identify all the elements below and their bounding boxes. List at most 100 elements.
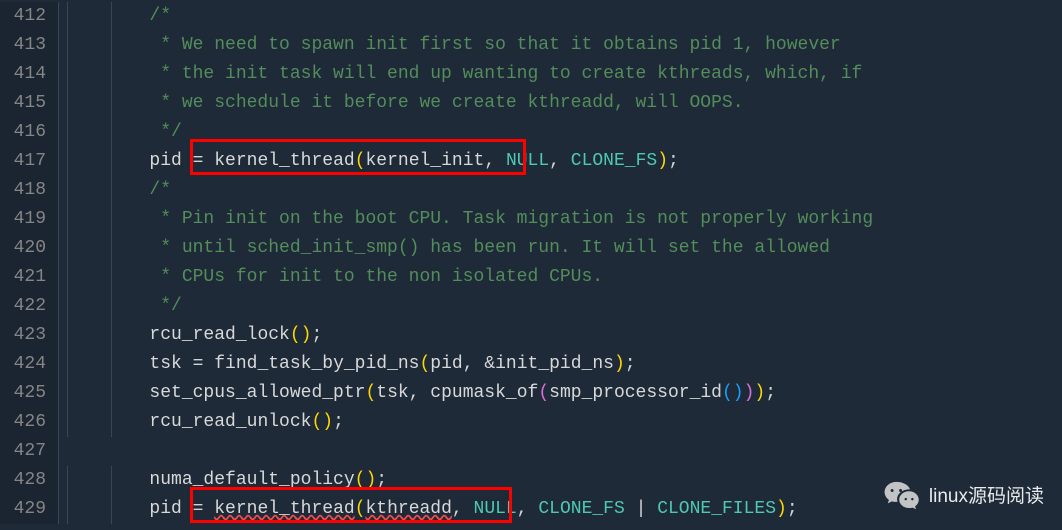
- code-line[interactable]: /*: [63, 2, 1062, 31]
- code-token: ): [657, 151, 668, 171]
- code-token: CLONE_FILES: [657, 499, 776, 519]
- code-token: NULL: [506, 151, 549, 171]
- code-line[interactable]: * Pin init on the boot CPU. Task migrati…: [63, 205, 1062, 234]
- code-token: ): [744, 383, 755, 403]
- code-line[interactable]: rcu_read_lock();: [63, 321, 1062, 350]
- code-token: rcu_read_unlock: [149, 412, 311, 432]
- code-token: (: [355, 499, 366, 519]
- code-token: (: [419, 354, 430, 374]
- code-line[interactable]: [63, 437, 1062, 466]
- code-token: =: [193, 499, 215, 519]
- line-number: 412: [0, 2, 46, 31]
- code-line[interactable]: * CPUs for init to the non isolated CPUs…: [63, 263, 1062, 292]
- code-token: CLONE_FS: [538, 499, 624, 519]
- code-token: =: [193, 151, 215, 171]
- code-token: ,: [517, 499, 539, 519]
- code-line[interactable]: * we schedule it before we create kthrea…: [63, 89, 1062, 118]
- indent-guide: [111, 2, 112, 31]
- code-line[interactable]: /*: [63, 176, 1062, 205]
- indent-guide: [111, 321, 112, 350]
- line-number: 419: [0, 205, 46, 234]
- code-token: ,: [463, 354, 485, 374]
- line-number: 422: [0, 292, 46, 321]
- comment-token: */: [63, 296, 182, 316]
- code-token: ): [733, 383, 744, 403]
- code-token: =: [193, 354, 215, 374]
- code-token: ): [776, 499, 787, 519]
- indent-guide: [67, 147, 68, 176]
- code-line[interactable]: pid = kernel_thread(kernel_init, NULL, C…: [63, 147, 1062, 176]
- line-number: 423: [0, 321, 46, 350]
- code-line[interactable]: * the init task will end up wanting to c…: [63, 60, 1062, 89]
- code-token: kernel_init: [366, 151, 485, 171]
- code-token: ,: [549, 151, 571, 171]
- code-token: cpumask_of: [430, 383, 538, 403]
- comment-token: * until sched_init_smp() has been run. I…: [63, 238, 830, 258]
- line-number: 420: [0, 234, 46, 263]
- code-token: pid: [430, 354, 462, 374]
- code-line[interactable]: * until sched_init_smp() has been run. I…: [63, 234, 1062, 263]
- code-token: tsk: [376, 383, 408, 403]
- indent-guide: [67, 292, 68, 321]
- indent-guide: [111, 263, 112, 292]
- code-token: NULL: [474, 499, 517, 519]
- code-token: smp_processor_id: [549, 383, 722, 403]
- indent-guide: [67, 205, 68, 234]
- indent-guide: [67, 495, 68, 524]
- code-token: tsk: [149, 354, 192, 374]
- code-token: rcu_read_lock: [149, 325, 289, 345]
- code-line[interactable]: */: [63, 292, 1062, 321]
- code-line[interactable]: * We need to spawn init first so that it…: [63, 31, 1062, 60]
- code-token: (: [290, 325, 301, 345]
- comment-token: /*: [63, 180, 171, 200]
- code-token: (: [311, 412, 322, 432]
- line-number: 418: [0, 176, 46, 205]
- comment-token: * CPUs for init to the non isolated CPUs…: [63, 267, 603, 287]
- code-token: ): [614, 354, 625, 374]
- watermark: linux源码阅读: [883, 480, 1044, 512]
- code-line[interactable]: set_cpus_allowed_ptr(tsk, cpumask_of(smp…: [63, 379, 1062, 408]
- indent-guide: [111, 60, 112, 89]
- code-token: (: [355, 470, 366, 490]
- indent-guide: [111, 408, 112, 437]
- indent-guide: [67, 263, 68, 292]
- code-token: CLONE_FS: [571, 151, 657, 171]
- line-number-gutter: 4124134144154164174184194204214224234244…: [0, 2, 58, 524]
- watermark-text: linux源码阅读: [929, 482, 1044, 511]
- code-line[interactable]: rcu_read_unlock();: [63, 408, 1062, 437]
- indent-guide: [67, 31, 68, 60]
- code-token: ;: [765, 383, 776, 403]
- code-token: &: [484, 354, 495, 374]
- indent-guide: [67, 176, 68, 205]
- code-token: ;: [625, 354, 636, 374]
- indent-guide: [111, 118, 112, 147]
- line-number: 417: [0, 147, 46, 176]
- line-number: 416: [0, 118, 46, 147]
- code-token: ;: [668, 151, 679, 171]
- line-number: 427: [0, 437, 46, 466]
- code-editor: 4124134144154164174184194204214224234244…: [0, 0, 1062, 524]
- code-line[interactable]: tsk = find_task_by_pid_ns(pid, &init_pid…: [63, 350, 1062, 379]
- code-token: ,: [452, 499, 474, 519]
- indent-guide: [111, 234, 112, 263]
- code-token: kernel_thread: [214, 499, 354, 519]
- line-number: 424: [0, 350, 46, 379]
- wechat-icon: [883, 480, 921, 512]
- code-content-area[interactable]: /* * We need to spawn init first so that…: [58, 2, 1062, 524]
- indent-guide: [111, 147, 112, 176]
- comment-token: * Pin init on the boot CPU. Task migrati…: [63, 209, 873, 229]
- indent-guide: [111, 31, 112, 60]
- line-number: 413: [0, 31, 46, 60]
- comment-token: * the init task will end up wanting to c…: [63, 64, 862, 84]
- code-token: find_task_by_pid_ns: [214, 354, 419, 374]
- code-line[interactable]: */: [63, 118, 1062, 147]
- comment-token: */: [63, 122, 182, 142]
- indent-guide: [67, 321, 68, 350]
- indent-guide: [111, 466, 112, 495]
- code-token: kernel_thread: [214, 151, 354, 171]
- code-token: ): [301, 325, 312, 345]
- indent-guide: [111, 495, 112, 524]
- indent-guide: [111, 205, 112, 234]
- comment-token: /*: [63, 6, 171, 26]
- code-token: set_cpus_allowed_ptr: [149, 383, 365, 403]
